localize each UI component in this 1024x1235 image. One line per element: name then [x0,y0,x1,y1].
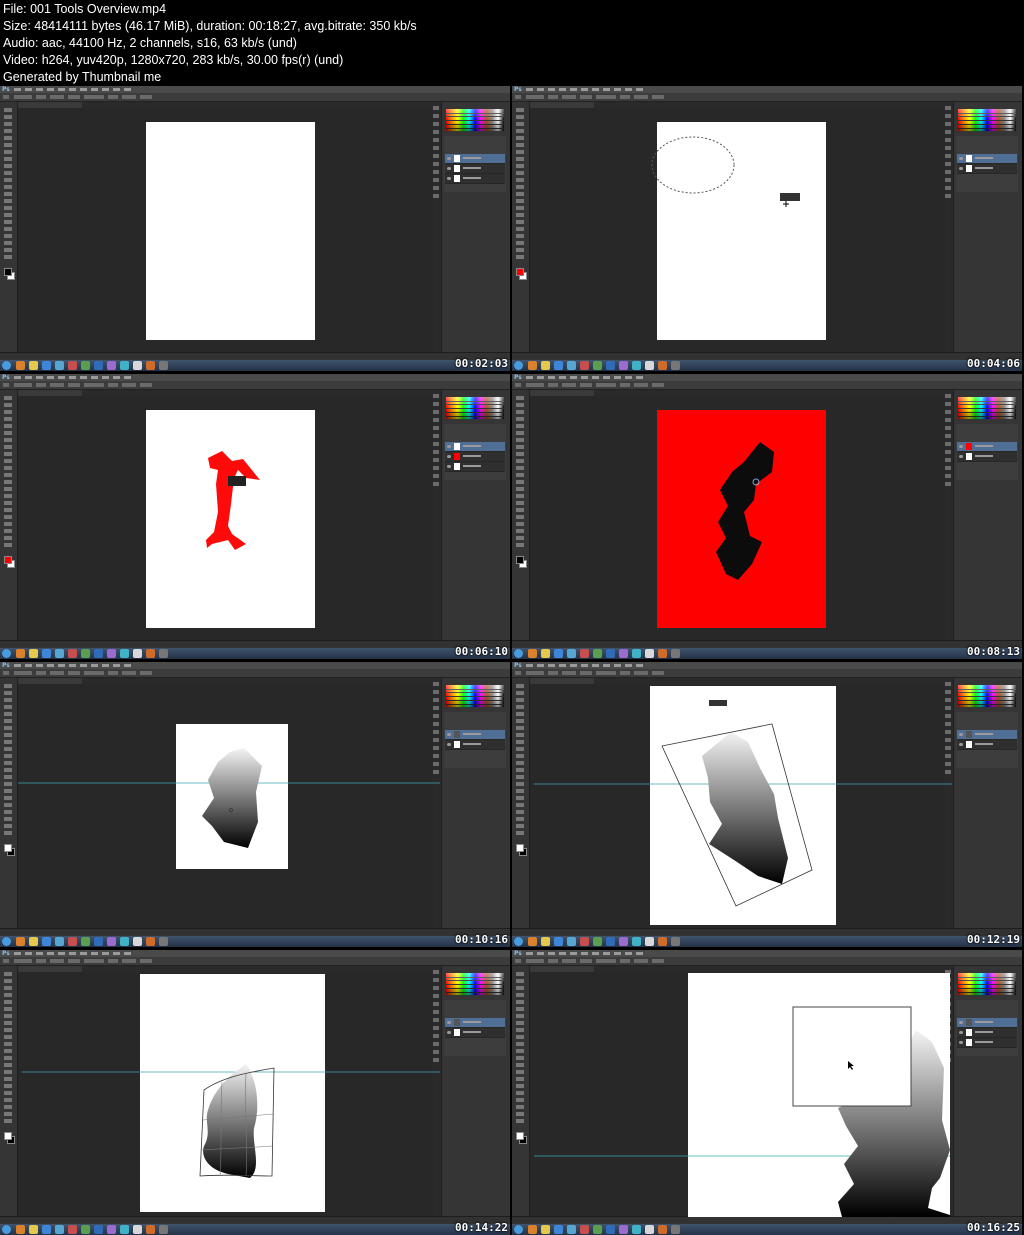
size-line: Size: 48414111 bytes (46.17 MiB), durati… [3,19,417,33]
document-canvas [146,122,315,340]
canvas-artwork [22,974,440,1212]
canvas-artwork [534,686,952,925]
canvas-artwork [146,122,315,340]
video-frame: Ps 00:14:22 [0,950,510,1235]
size-tooltip [228,476,246,486]
video-frame: Ps 00:02:03 [0,86,510,371]
video-frame: Ps 00:04:06 [512,86,1022,371]
canvas-artwork [18,724,440,869]
video-frame: Ps 00:06:10 [0,374,510,659]
video-info-header: File: 001 Tools Overview.mp4 Size: 48414… [0,0,1024,86]
canvas-artwork [534,973,950,1217]
video-frame: Ps 00:10:16 [0,662,510,947]
video-frame: Ps 00:12:19 [512,662,1022,947]
video-frame: Ps 00:08:13 [512,374,1022,659]
video-line: Video: h264, yuv420p, 1280x720, 283 kb/s… [3,53,344,67]
canvas-artwork [651,122,826,340]
canvas-artwork [657,410,826,628]
generator-line: Generated by Thumbnail me [3,70,162,84]
angle-tooltip [709,700,727,706]
file-line: File: 001 Tools Overview.mp4 [3,2,167,16]
document-canvas [146,410,315,628]
canvas-artwork [146,410,315,628]
thumbnail-grid: Ps 00:02:03 Ps 00:04:06 Ps 00:06:10 Ps 00:08:13… [0,86,1024,1235]
audio-line: Audio: aac, 44100 Hz, 2 channels, s16, 6… [3,36,297,50]
document-canvas [657,122,826,340]
size-tooltip [780,193,800,201]
selection-rectangle [792,1006,912,1107]
video-frame: Ps 00:16:25 [512,950,1022,1235]
